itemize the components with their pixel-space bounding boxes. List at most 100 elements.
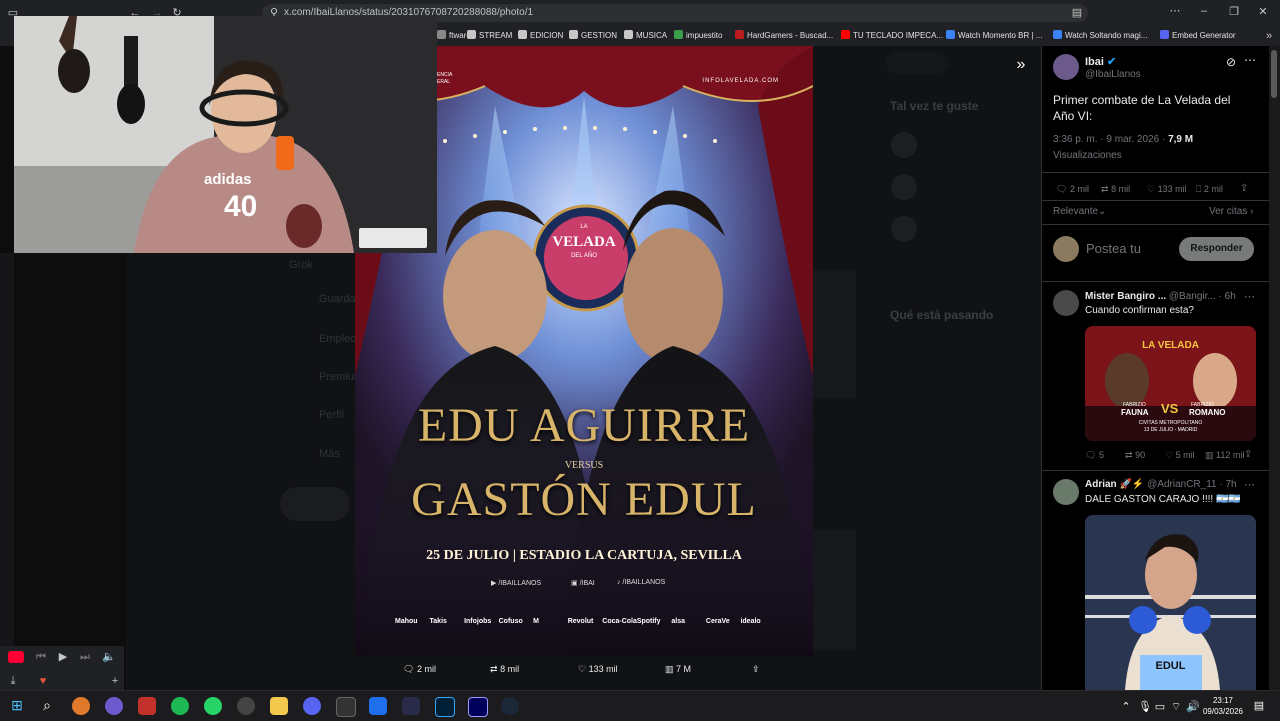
premiere-icon[interactable] xyxy=(468,697,488,717)
reply-button[interactable]: Responder xyxy=(1179,237,1254,261)
bookmark-item[interactable]: Watch Momento BR | ... xyxy=(946,27,1042,45)
photoshop-icon[interactable] xyxy=(435,697,455,717)
quotes-link[interactable]: Ver citas › xyxy=(1209,206,1253,217)
repost-stat[interactable]: ⇄ 8 mil xyxy=(1101,184,1130,195)
photo-like-action[interactable]: ♡ 133 mil xyxy=(578,664,618,675)
app-icon[interactable] xyxy=(138,697,156,715)
download-icon[interactable]: ⤓ xyxy=(6,674,20,688)
page-scrollbar[interactable] xyxy=(1269,46,1280,690)
photo-repost-count: 8 mil xyxy=(500,664,520,674)
reply-avatar[interactable] xyxy=(1053,479,1079,505)
scrollbar-thumb[interactable] xyxy=(1271,50,1277,98)
play-icon[interactable]: ▶ xyxy=(56,650,70,664)
photo-repost-action[interactable]: ⇄ 8 mil xyxy=(490,664,519,675)
reply-image[interactable]: EDUL xyxy=(1085,515,1256,690)
reply-views-stat[interactable]: ▥ 112 mil xyxy=(1205,450,1244,461)
bookmark-item[interactable]: MUSICA xyxy=(624,27,667,45)
bookmark-item[interactable]: HardGamers - Buscad... xyxy=(735,27,833,45)
discord-icon[interactable] xyxy=(303,697,321,715)
brave-icon[interactable] xyxy=(72,697,90,715)
more-options-icon[interactable]: ⋯ xyxy=(1244,53,1256,67)
reply-input[interactable]: Postea tu xyxy=(1086,241,1141,256)
previous-icon[interactable]: ⏮ xyxy=(34,650,48,664)
heart-icon[interactable]: ♥ xyxy=(36,674,50,688)
bookmark-item[interactable]: TU TECLADO IMPECA... xyxy=(841,27,943,45)
clock[interactable]: 23:17 09/03/2026 xyxy=(1202,695,1244,717)
reply-stat[interactable]: 🗨 2 mil xyxy=(1056,184,1089,195)
bookmark-favicon-icon xyxy=(467,30,476,39)
app-icon[interactable] xyxy=(369,697,387,715)
bookmark-item[interactable]: impuestito xyxy=(674,27,722,45)
reply-like-stat[interactable]: ♡ 5 mil xyxy=(1165,450,1195,461)
expand-panel-icon[interactable]: » xyxy=(1012,57,1030,73)
bookmark-item[interactable]: Watch Soltando magi... xyxy=(1053,27,1147,45)
bookmark-item[interactable]: STREAM xyxy=(467,27,512,45)
app-icon[interactable] xyxy=(105,697,123,715)
photo-reply-action[interactable]: 🗨 2 mil xyxy=(403,664,436,675)
bookmarks-overflow-icon[interactable]: » xyxy=(1262,29,1276,43)
grok-icon[interactable]: ⊘ xyxy=(1226,55,1236,69)
reply-image-right-last: ROMANO xyxy=(1189,408,1226,417)
webcam-feed: adidas 40 xyxy=(14,16,437,253)
like-stat[interactable]: ♡ 133 mil xyxy=(1147,184,1187,195)
tweet-text: Primer combate de La Velada del Año VI: xyxy=(1053,93,1231,123)
ghost-heading: Qué está pasando xyxy=(890,308,994,322)
reply-avatar[interactable] xyxy=(1053,290,1079,316)
share-icon[interactable]: ⇪ xyxy=(1244,449,1252,460)
youtube-icon[interactable] xyxy=(8,651,24,663)
next-icon[interactable]: ⏭ xyxy=(78,650,92,664)
sponsor-logo: Cofuso xyxy=(498,618,523,625)
author-avatar[interactable] xyxy=(1053,54,1079,80)
obs-icon[interactable] xyxy=(237,697,255,715)
minimize-icon[interactable]: – xyxy=(1197,4,1211,18)
reply-author: Adrian 🚀⚡ xyxy=(1085,479,1145,490)
author-name-row[interactable]: Ibai ✔ xyxy=(1085,55,1116,68)
share-icon[interactable]: ⇪ xyxy=(752,664,760,675)
volume-icon[interactable]: 🔈 xyxy=(102,650,116,664)
share-icon[interactable]: ⇪ xyxy=(1240,183,1248,194)
reply-header[interactable]: Mister Bangiro ... @Bangir... · 6h xyxy=(1085,291,1236,302)
reply-header[interactable]: Adrian 🚀⚡ @AdrianCR_11 · 7h xyxy=(1085,479,1237,490)
views-icon: ▥ xyxy=(665,664,674,674)
app-icon[interactable] xyxy=(402,697,420,715)
speaker-icon[interactable]: 🔊 xyxy=(1186,700,1200,714)
search-icon[interactable]: ⌕ xyxy=(39,698,55,712)
whatsapp-icon[interactable] xyxy=(204,697,222,715)
folder-icon[interactable] xyxy=(270,697,288,715)
bookmark-item[interactable]: ftware xyxy=(437,27,471,45)
bookmark-item[interactable]: EDICION xyxy=(518,27,563,45)
reply-image-vs: VS xyxy=(1161,401,1179,416)
spotify-icon[interactable] xyxy=(171,697,189,715)
bookmark-item[interactable]: Embed Generator xyxy=(1160,27,1236,45)
bookmark-item[interactable]: GESTION xyxy=(569,27,617,45)
reader-icon[interactable]: ▤ xyxy=(1070,6,1084,20)
bookmark-label: HardGamers - Buscad... xyxy=(747,31,834,40)
photo-views-action[interactable]: ▥ 7 M xyxy=(665,664,691,675)
microphone-icon[interactable]: 🎙 xyxy=(1138,700,1152,714)
sort-dropdown[interactable]: Relevante⌄ xyxy=(1053,206,1106,217)
windows-start-icon[interactable]: ⊞ xyxy=(9,698,25,712)
author-handle[interactable]: @IbaiLlanos xyxy=(1085,69,1141,80)
steam-icon[interactable] xyxy=(501,697,519,715)
more-options-icon[interactable]: ⋯ xyxy=(1244,290,1255,303)
network-icon[interactable]: ▭ xyxy=(1154,700,1166,714)
reply-icon: 🗨 xyxy=(403,664,415,674)
social-youtube: ▶ /IBAILLANOS xyxy=(491,580,542,587)
close-icon[interactable]: ✕ xyxy=(1256,5,1270,19)
reply-age: · 7h xyxy=(1219,479,1237,490)
reply-repost-stat[interactable]: ⇄ 90 xyxy=(1125,450,1145,461)
divider xyxy=(1042,281,1269,282)
chrome-icon[interactable] xyxy=(336,697,356,717)
bookmark-stat[interactable]: ⎕ 2 mil xyxy=(1196,184,1223,195)
add-icon[interactable]: + xyxy=(108,674,122,688)
maximize-icon[interactable]: ❐ xyxy=(1227,5,1241,19)
reply-reply-stat[interactable]: 🗨 5 xyxy=(1085,450,1104,461)
more-menu-icon[interactable]: ⋯ xyxy=(1168,4,1182,18)
wifi-icon[interactable]: ⌔ xyxy=(1170,700,1182,714)
reply-image[interactable]: LA VELADA FABRIZIO FAUNA VS FABRIZIO ROM… xyxy=(1085,326,1256,441)
more-options-icon[interactable]: ⋯ xyxy=(1244,478,1255,491)
notifications-icon[interactable]: ▤ xyxy=(1252,699,1266,713)
heart-icon: ♡ xyxy=(1147,184,1156,194)
social-twitch: ▣ /IBAI xyxy=(571,580,595,587)
tray-chevron-icon[interactable]: ⌃ xyxy=(1120,700,1132,714)
